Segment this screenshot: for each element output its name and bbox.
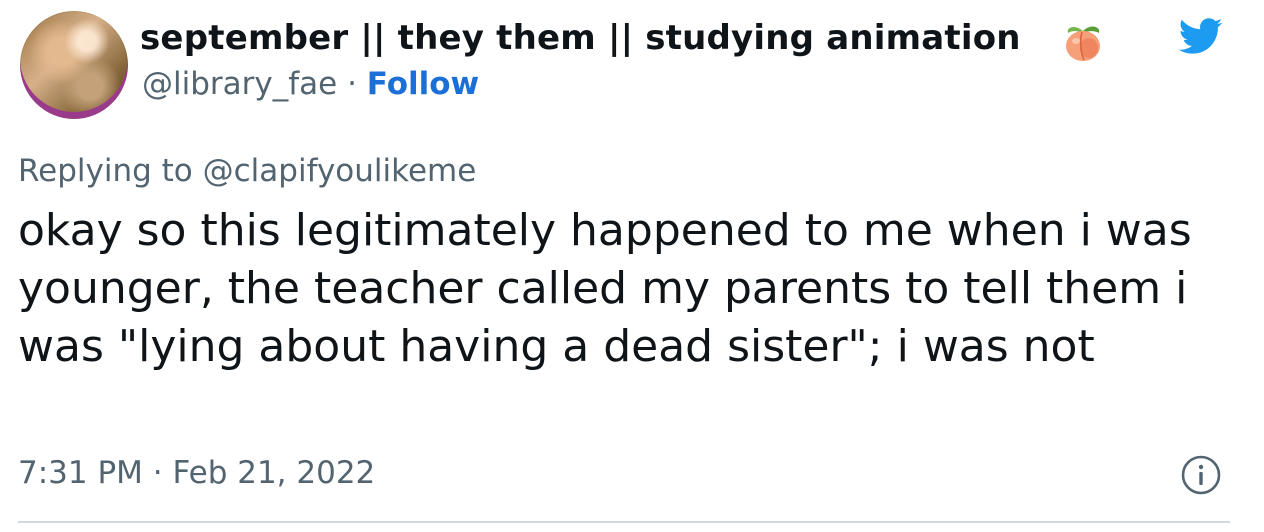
tweet-text: okay so this legitimately happened to me… xyxy=(18,205,1192,372)
tweet-card: september || they them || studying anima… xyxy=(0,0,1264,532)
replying-to-prefix: Replying to xyxy=(18,153,203,189)
timestamp[interactable]: 7:31 PM · Feb 21, 2022 xyxy=(18,455,375,491)
info-icon[interactable] xyxy=(1180,454,1222,496)
display-name[interactable]: september || they them || studying anima… xyxy=(140,18,1021,58)
avatar[interactable] xyxy=(20,11,128,119)
follow-button[interactable]: Follow xyxy=(367,66,479,102)
user-handle[interactable]: @library_fae xyxy=(142,66,337,102)
twitter-bird-icon[interactable] xyxy=(1172,13,1228,59)
tweet-time: 7:31 PM xyxy=(18,455,143,491)
divider xyxy=(18,521,1230,523)
peach-icon xyxy=(1066,26,1100,61)
replying-to: Replying to @clapifyoulikeme xyxy=(18,153,476,189)
handle-separator: · xyxy=(337,66,367,102)
handle-row: @library_fae · Follow xyxy=(142,66,479,102)
reply-target-handle[interactable]: @clapifyoulikeme xyxy=(203,153,477,189)
timestamp-separator: · xyxy=(142,455,173,491)
tweet-date: Feb 21, 2022 xyxy=(172,455,376,491)
